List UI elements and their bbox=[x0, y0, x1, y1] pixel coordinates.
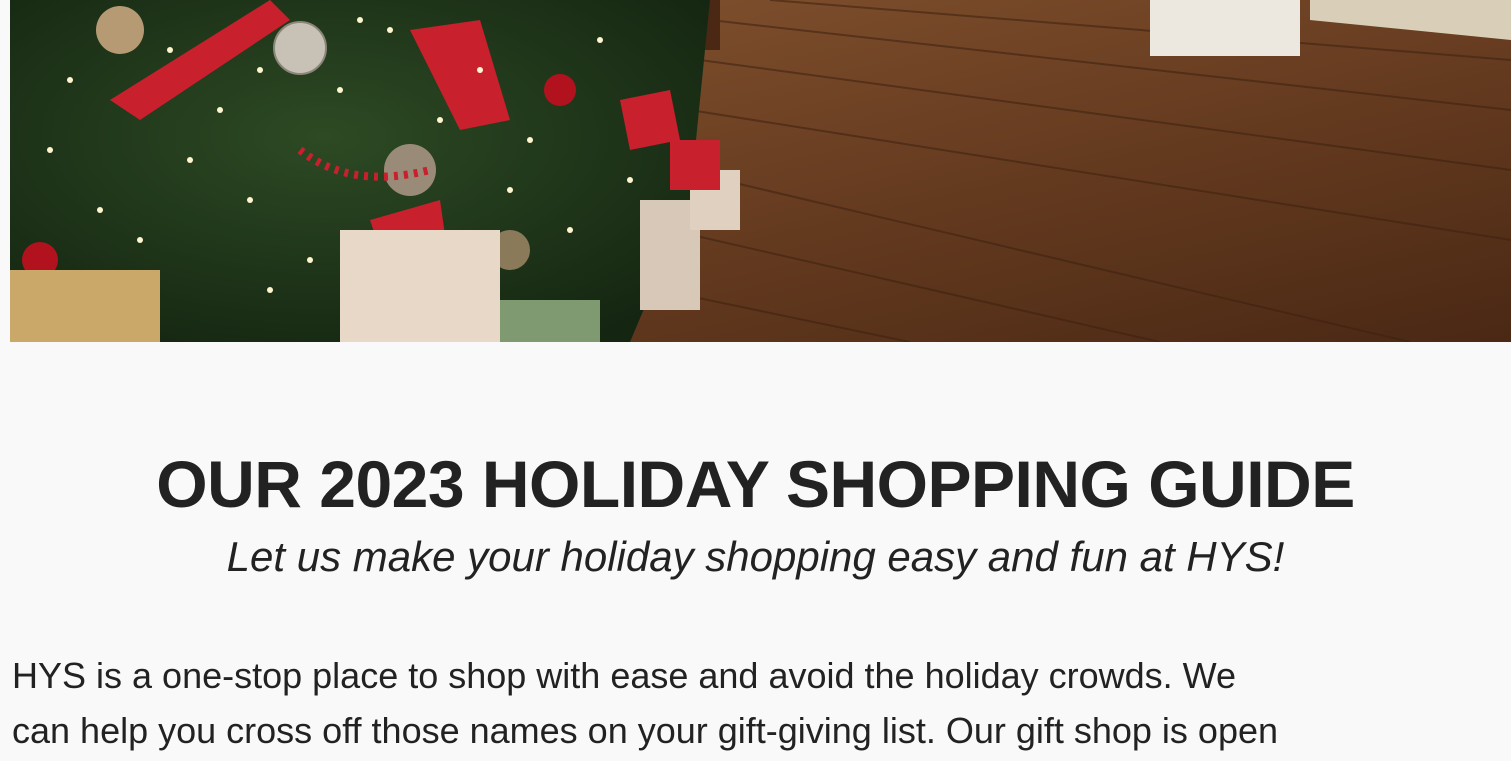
page-subtitle: Let us make your holiday shopping easy a… bbox=[226, 533, 1285, 580]
christmas-tree-photo bbox=[10, 0, 1511, 342]
intro-paragraph: HYS is a one-stop place to shop with eas… bbox=[12, 655, 1279, 751]
page: OUR 2023 HOLIDAY SHOPPING GUIDE Let us m… bbox=[0, 0, 1511, 761]
page-title: OUR 2023 HOLIDAY SHOPPING GUIDE bbox=[156, 447, 1355, 521]
hero-image bbox=[10, 0, 1511, 342]
